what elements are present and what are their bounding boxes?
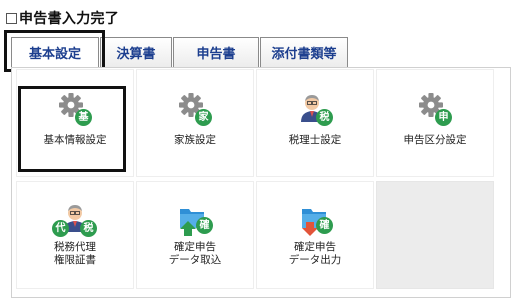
tab-tax-return[interactable]: 申告書 bbox=[173, 37, 259, 67]
tile-filing-category-settings[interactable]: 申 申告区分設定 bbox=[376, 69, 494, 177]
tile-label: 申告区分設定 bbox=[403, 134, 467, 146]
input-complete-checkbox-row[interactable]: 申告書入力完了 bbox=[6, 8, 119, 28]
person-icon: 代 税 bbox=[52, 202, 97, 237]
tile-label: 税務代理 権限証書 bbox=[54, 241, 96, 266]
input-complete-label: 申告書入力完了 bbox=[19, 11, 120, 27]
tile-family-settings[interactable]: 家 家族設定 bbox=[136, 69, 254, 177]
folder-import-icon: 確 bbox=[178, 202, 213, 236]
badge-icon: 家 bbox=[195, 109, 212, 126]
empty-cell bbox=[376, 181, 494, 289]
badge-icon: 税 bbox=[316, 109, 333, 126]
tab-label: 添付書類等 bbox=[271, 47, 337, 62]
folder-export-icon: 確 bbox=[298, 202, 333, 236]
badge-icon: 申 bbox=[435, 109, 452, 126]
tab-attachments[interactable]: 添付書類等 bbox=[260, 37, 348, 67]
gear-icon: 申 bbox=[418, 92, 452, 126]
active-tab-highlight-frame bbox=[4, 30, 105, 72]
tile-label: 確定申告 データ出力 bbox=[288, 241, 342, 266]
badge-icon: 確 bbox=[316, 217, 333, 234]
selected-tile-highlight-frame bbox=[18, 86, 126, 172]
input-complete-checkbox[interactable] bbox=[6, 12, 17, 24]
tile-label: 家族設定 bbox=[174, 134, 216, 146]
gear-icon: 家 bbox=[178, 92, 212, 126]
tab-label: 申告書 bbox=[196, 47, 236, 62]
tile-label: 確定申告 データ取込 bbox=[168, 241, 222, 266]
tile-tax-accountant-settings[interactable]: 税 税理士設定 bbox=[256, 69, 374, 177]
badge-icon: 代 bbox=[52, 220, 69, 237]
tile-tax-agent-authority[interactable]: 代 税 税務代理 権限証書 bbox=[16, 181, 134, 289]
tab-label: 決算書 bbox=[116, 47, 156, 62]
tile-label: 税理士設定 bbox=[288, 134, 342, 146]
tab-financial-statements[interactable]: 決算書 bbox=[100, 37, 172, 67]
tile-data-import[interactable]: 確 確定申告 データ取込 bbox=[136, 181, 254, 289]
badge-icon: 税 bbox=[80, 220, 97, 237]
badge-icon: 確 bbox=[196, 217, 213, 234]
tile-data-export[interactable]: 確 確定申告 データ出力 bbox=[256, 181, 374, 289]
person-icon: 税 bbox=[298, 92, 333, 126]
